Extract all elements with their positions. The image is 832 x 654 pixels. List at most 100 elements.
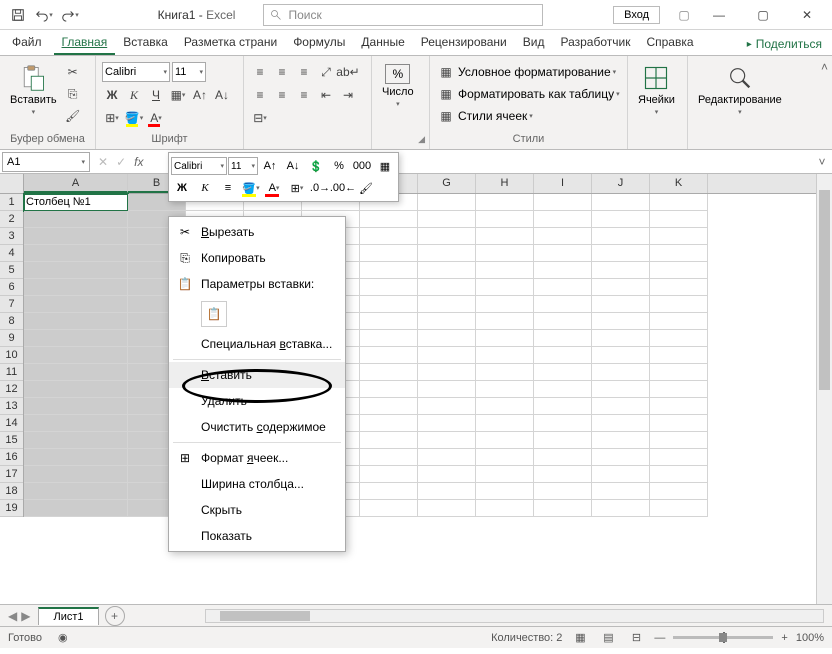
cell[interactable] <box>476 415 534 432</box>
cell[interactable] <box>534 330 592 347</box>
grow-font-icon[interactable]: A↑ <box>190 85 210 105</box>
cell[interactable] <box>418 262 476 279</box>
mini-accounting-icon[interactable]: 💲 <box>305 156 327 176</box>
cell[interactable] <box>650 228 708 245</box>
cell[interactable] <box>418 313 476 330</box>
tab-review[interactable]: Рецензировани <box>413 31 515 55</box>
select-all-corner[interactable] <box>0 174 24 194</box>
cell[interactable] <box>476 381 534 398</box>
row-header[interactable]: 12 <box>0 381 23 398</box>
mini-format-painter-icon[interactable]: 🖌 <box>355 178 377 198</box>
column-headers[interactable]: ABCDEFGHIJK <box>24 174 832 194</box>
tab-layout[interactable]: Разметка страни <box>176 31 285 55</box>
cell[interactable] <box>418 279 476 296</box>
cell[interactable]: Столбец №1 <box>24 194 128 211</box>
cell[interactable] <box>418 415 476 432</box>
cell[interactable] <box>592 449 650 466</box>
cell[interactable] <box>534 279 592 296</box>
mini-font-color-icon[interactable]: A▾ <box>263 178 285 198</box>
cell[interactable] <box>418 228 476 245</box>
align-top-icon[interactable]: ≡ <box>250 62 270 82</box>
cell[interactable] <box>592 415 650 432</box>
ctx-hide[interactable]: Скрыть <box>169 497 345 523</box>
cell[interactable] <box>476 194 534 211</box>
cell[interactable] <box>476 432 534 449</box>
cell[interactable] <box>592 500 650 517</box>
sheet-tab[interactable]: Лист1 <box>38 607 98 625</box>
scroll-thumb[interactable] <box>220 611 310 621</box>
cell[interactable] <box>592 398 650 415</box>
cells-button[interactable]: Ячейки ▾ <box>634 62 679 118</box>
cell[interactable] <box>476 398 534 415</box>
cell[interactable] <box>360 228 418 245</box>
shrink-font-icon[interactable]: A↓ <box>212 85 232 105</box>
cell[interactable] <box>360 262 418 279</box>
mini-size-combo[interactable]: 11▾ <box>228 157 258 175</box>
font-name-combo[interactable]: Calibri▾ <box>102 62 170 82</box>
cell[interactable] <box>360 347 418 364</box>
cell[interactable] <box>650 483 708 500</box>
mini-border-icon[interactable]: ⊞▾ <box>286 178 308 198</box>
border-icon[interactable]: ▦▾ <box>168 85 188 105</box>
cell[interactable] <box>650 466 708 483</box>
expand-formula-icon[interactable]: ˅ <box>812 155 832 169</box>
cell[interactable] <box>24 279 128 296</box>
cell[interactable] <box>476 466 534 483</box>
cell[interactable] <box>360 330 418 347</box>
login-button[interactable]: Вход <box>613 6 660 24</box>
cell[interactable] <box>24 483 128 500</box>
cell[interactable] <box>534 466 592 483</box>
ctx-delete[interactable]: Удалить <box>169 388 345 414</box>
cell[interactable] <box>592 330 650 347</box>
horizontal-scrollbar[interactable] <box>205 609 825 623</box>
cell[interactable] <box>24 313 128 330</box>
cell[interactable] <box>534 211 592 228</box>
tab-data[interactable]: Данные <box>353 31 412 55</box>
cell[interactable] <box>24 500 128 517</box>
mini-decrease-decimal-icon[interactable]: .00← <box>332 178 354 198</box>
cell[interactable] <box>534 262 592 279</box>
cell[interactable] <box>650 415 708 432</box>
cell[interactable] <box>534 483 592 500</box>
cell[interactable] <box>360 432 418 449</box>
row-header[interactable]: 14 <box>0 415 23 432</box>
cell[interactable] <box>418 330 476 347</box>
cell[interactable] <box>534 228 592 245</box>
column-header[interactable]: J <box>592 174 650 193</box>
cell[interactable] <box>418 432 476 449</box>
cell[interactable] <box>476 330 534 347</box>
row-header[interactable]: 8 <box>0 313 23 330</box>
cell[interactable] <box>476 364 534 381</box>
wrap-text-icon[interactable]: ab↵ <box>338 62 358 82</box>
ctx-format-cells[interactable]: ⊞Формат ячеек... <box>169 445 345 471</box>
mini-italic-button[interactable]: К <box>194 178 216 198</box>
cell[interactable] <box>24 381 128 398</box>
paste-button[interactable]: Вставить ▾ <box>6 62 61 118</box>
zoom-level[interactable]: 100% <box>796 632 824 644</box>
cell[interactable] <box>418 347 476 364</box>
column-header[interactable]: K <box>650 174 708 193</box>
cell[interactable] <box>650 296 708 313</box>
row-header[interactable]: 2 <box>0 211 23 228</box>
cell[interactable] <box>650 432 708 449</box>
cell[interactable] <box>418 500 476 517</box>
format-as-table-button[interactable]: ▦Форматировать как таблицу▾ <box>436 84 620 104</box>
vertical-scrollbar[interactable] <box>816 174 832 604</box>
cell[interactable] <box>476 500 534 517</box>
cell[interactable] <box>592 279 650 296</box>
cell[interactable] <box>534 245 592 262</box>
bold-button[interactable]: Ж <box>102 85 122 105</box>
cell[interactable] <box>592 313 650 330</box>
cell[interactable] <box>476 483 534 500</box>
cell[interactable] <box>24 228 128 245</box>
cell[interactable] <box>650 279 708 296</box>
cell[interactable] <box>534 296 592 313</box>
align-left-icon[interactable]: ≡ <box>250 85 270 105</box>
copy-icon[interactable]: ⎘ <box>63 84 83 104</box>
cell[interactable] <box>418 194 476 211</box>
row-header[interactable]: 3 <box>0 228 23 245</box>
cell[interactable] <box>534 432 592 449</box>
cell[interactable] <box>592 296 650 313</box>
row-header[interactable]: 19 <box>0 500 23 517</box>
cell[interactable] <box>24 211 128 228</box>
